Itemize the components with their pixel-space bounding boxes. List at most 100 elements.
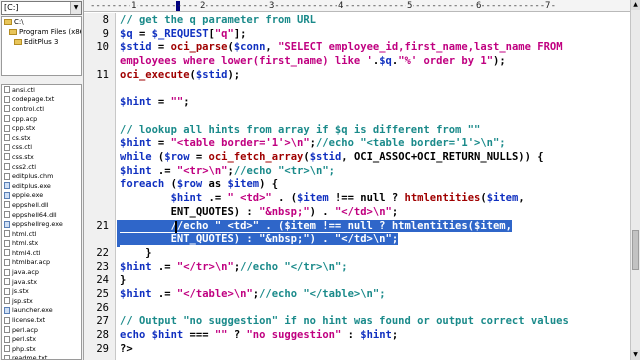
code-token-variable: $item bbox=[297, 192, 329, 205]
code-line[interactable]: ENT_QUOTES) : "&nbsp;") . "</td>\n"; bbox=[120, 206, 399, 220]
folder-tree-item[interactable]: Program Files (x86) bbox=[2, 27, 81, 37]
file-list-item[interactable]: java.acp bbox=[2, 267, 81, 277]
folder-tree-item[interactable]: C:\ bbox=[2, 17, 81, 27]
code-token-string: "SELECT employee_id,first_name,last_name… bbox=[278, 41, 563, 54]
code-line[interactable]: $hint .= " <td>" . ($item !== null ? htm… bbox=[120, 192, 525, 206]
code-token-default: ]; bbox=[233, 27, 247, 40]
file-list-item[interactable]: eppshell.dll bbox=[2, 200, 81, 210]
file-label: jsp.stx bbox=[12, 296, 33, 305]
code-line-content: ENT_QUOTES) : "&nbsp;") . "</td>\n"; bbox=[120, 206, 399, 218]
file-list-item[interactable]: cs.stx bbox=[2, 133, 81, 143]
code-token-function: oci_parse bbox=[170, 41, 228, 54]
code-line[interactable]: while ($row = oci_fetch_array($stid, OCI… bbox=[120, 151, 544, 165]
code-line[interactable]: // Output "no suggestion" if no hint was… bbox=[120, 315, 569, 329]
code-line-content: } bbox=[120, 274, 126, 286]
file-list-item[interactable]: css2.ctl bbox=[2, 162, 81, 172]
code-line[interactable]: foreach ($row as $item) { bbox=[120, 178, 278, 192]
code-line[interactable]: $stid = oci_parse($conn, "SELECT employe… bbox=[120, 41, 563, 55]
file-list-item[interactable]: php.stx bbox=[2, 344, 81, 354]
file-list-item[interactable]: html4.ctl bbox=[2, 248, 81, 258]
code-line[interactable]: // get the q parameter from URL bbox=[120, 14, 316, 28]
file-label: launcher.exe bbox=[12, 306, 53, 315]
file-list-item[interactable]: launcher.exe bbox=[2, 306, 81, 316]
file-list-item[interactable]: eppie.exe bbox=[2, 191, 81, 201]
scroll-down-icon[interactable]: ▼ bbox=[631, 350, 640, 360]
code-line-content: // lookup all hints from array if $q is … bbox=[120, 124, 480, 136]
file-list-item[interactable]: perl.acp bbox=[2, 325, 81, 335]
code-token-default: = bbox=[151, 96, 171, 109]
file-list-item[interactable]: ansi.ctl bbox=[2, 85, 81, 95]
document-file-icon bbox=[4, 287, 10, 295]
code-line[interactable]: $hint .= "</table>\n";//echo "</table>\n… bbox=[120, 288, 386, 302]
code-token-default: .= bbox=[151, 288, 177, 300]
text-cursor bbox=[175, 220, 177, 233]
code-token-variable: $row bbox=[176, 178, 203, 191]
code-line-selected[interactable]: ENT_QUOTES) : "&nbsp;") . "</td>\n"; bbox=[120, 233, 399, 247]
drive-selector[interactable]: [C:] ▼ bbox=[1, 1, 82, 15]
code-token-comment: // get the q parameter from URL bbox=[120, 14, 316, 26]
file-list-item[interactable]: html.stx bbox=[2, 239, 81, 249]
code-token-default: .= bbox=[151, 164, 177, 177]
code-token-string: "%' order by 1" bbox=[398, 55, 494, 68]
file-list[interactable]: ansi.ctl codepage.txt control.ctl cpp.acp cp… bbox=[1, 84, 82, 360]
file-list-item[interactable]: perl.stx bbox=[2, 334, 81, 344]
file-list-item[interactable]: license.txt bbox=[2, 315, 81, 325]
file-list-item[interactable]: control.ctl bbox=[2, 104, 81, 114]
code-token-string: "" bbox=[214, 329, 228, 342]
executable-file-icon bbox=[4, 220, 10, 228]
document-file-icon bbox=[4, 115, 10, 123]
code-token-string: "<table border='1'>\n" bbox=[170, 137, 310, 150]
file-list-item[interactable]: css.stx bbox=[2, 152, 81, 162]
file-list-item[interactable]: css.ctl bbox=[2, 143, 81, 153]
vertical-scrollbar[interactable]: ▲ ▼ bbox=[630, 0, 640, 360]
code-token-default: , bbox=[518, 192, 525, 205]
scroll-up-icon[interactable]: ▲ bbox=[631, 0, 640, 10]
folder-tree[interactable]: C:\ Program Files (x86) EditPlus 3 bbox=[1, 16, 82, 76]
document-file-icon bbox=[4, 297, 10, 305]
selection-edge bbox=[117, 233, 120, 247]
code-line[interactable]: echo $hint === "" ? "no suggestion" : $h… bbox=[120, 329, 398, 343]
document-file-icon bbox=[4, 345, 10, 353]
file-list-item[interactable]: codepage.txt bbox=[2, 95, 81, 105]
code-token-default: : bbox=[341, 329, 361, 342]
line-number: 10 bbox=[96, 41, 109, 54]
code-line[interactable]: oci_execute($stid); bbox=[120, 69, 240, 83]
file-label: css.stx bbox=[12, 152, 34, 161]
column-ruler: ----------------------------------------… bbox=[84, 0, 630, 12]
file-list-item[interactable]: editplus.exe bbox=[2, 181, 81, 191]
file-list-item[interactable]: java.stx bbox=[2, 277, 81, 287]
code-editor[interactable]: // get the q parameter from URL $q = $_RE… bbox=[117, 13, 630, 360]
file-list-item[interactable]: cpp.stx bbox=[2, 123, 81, 133]
code-token-string: "" bbox=[170, 96, 184, 109]
file-list-item[interactable]: js.stx bbox=[2, 286, 81, 296]
code-line[interactable]: } bbox=[120, 247, 151, 261]
folder-tree-item[interactable]: EditPlus 3 bbox=[2, 37, 81, 47]
code-line[interactable]: $q = $_REQUEST["q"]; bbox=[120, 28, 246, 42]
file-list-item[interactable]: htmlbar.acp bbox=[2, 258, 81, 268]
ruler-tick-label: 5 bbox=[406, 1, 414, 11]
document-file-icon bbox=[4, 134, 10, 142]
file-list-item[interactable]: editplus.chm bbox=[2, 171, 81, 181]
file-list-item[interactable]: eppshellreg.exe bbox=[2, 219, 81, 229]
code-line-selected[interactable]: //echo " <td>" . ($item !== null ? htmle… bbox=[120, 219, 512, 234]
code-line[interactable]: $hint = "<table border='1'>\n";//echo "<… bbox=[120, 137, 506, 151]
document-file-icon bbox=[4, 335, 10, 343]
code-line[interactable]: $hint .= "<tr>\n";//echo "<tr>\n"; bbox=[120, 165, 335, 179]
code-line[interactable]: $hint .= "</tr>\n";//echo "</tr>\n"; bbox=[120, 261, 348, 275]
code-line[interactable]: ?> bbox=[120, 343, 133, 357]
file-list-item[interactable]: html.ctl bbox=[2, 229, 81, 239]
document-file-icon bbox=[4, 278, 10, 286]
document-file-icon bbox=[4, 239, 10, 247]
code-token-variable: $stid bbox=[195, 68, 228, 81]
file-list-item[interactable]: eppshell64.dll bbox=[2, 210, 81, 220]
code-line[interactable]: } bbox=[120, 274, 126, 288]
file-list-item[interactable]: jsp.stx bbox=[2, 296, 81, 306]
code-line[interactable]: employees where lower(first_name) like '… bbox=[120, 55, 506, 69]
chevron-down-icon[interactable]: ▼ bbox=[70, 2, 81, 14]
code-line[interactable]: $hint = ""; bbox=[120, 96, 190, 110]
file-list-item[interactable]: readme.txt bbox=[2, 354, 81, 359]
scroll-thumb[interactable] bbox=[632, 230, 639, 270]
file-list-item[interactable]: cpp.acp bbox=[2, 114, 81, 124]
ruler-tick-label: 7 bbox=[544, 1, 552, 11]
code-line[interactable]: // lookup all hints from array if $q is … bbox=[120, 124, 480, 138]
